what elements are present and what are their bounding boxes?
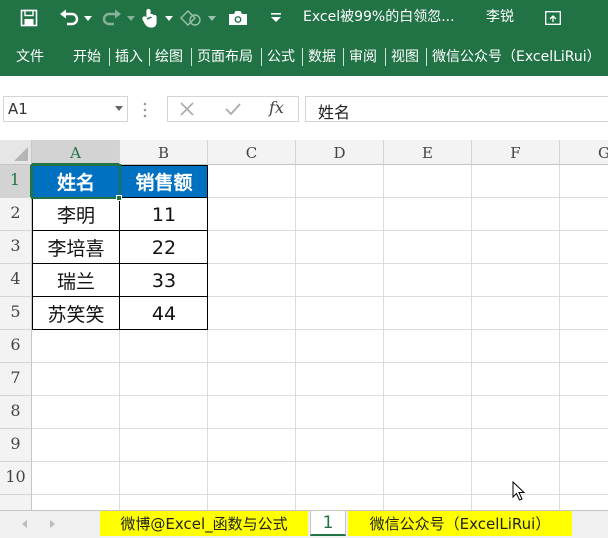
- name-box-value: A1: [8, 100, 28, 118]
- column-header-f[interactable]: F: [472, 140, 560, 165]
- user-name[interactable]: 李锐: [486, 6, 514, 26]
- formula-input[interactable]: 姓名: [305, 96, 608, 122]
- column-header-d[interactable]: D: [296, 140, 384, 165]
- column-header-g[interactable]: G: [560, 140, 608, 165]
- gridline: [295, 165, 296, 510]
- tab-home[interactable]: 开始: [73, 47, 101, 67]
- gridline: [32, 428, 608, 429]
- cell-a5[interactable]: 苏笑笑: [32, 297, 120, 330]
- tab-separator: [109, 48, 110, 66]
- tab-separator: [261, 48, 262, 66]
- row-header-11[interactable]: [0, 495, 32, 510]
- select-all-button[interactable]: [0, 140, 32, 165]
- title-bar: Excel被99%的白领忽... 李锐: [0, 0, 608, 36]
- cell-b5[interactable]: 44: [120, 297, 208, 330]
- shape-icon[interactable]: [176, 0, 206, 36]
- enter-check-icon[interactable]: [225, 102, 241, 120]
- cell-b4[interactable]: 33: [120, 264, 208, 297]
- touch-mode-icon[interactable]: [138, 0, 162, 36]
- tab-draw[interactable]: 绘图: [155, 47, 183, 67]
- row-header-1[interactable]: 1: [0, 165, 32, 198]
- ribbon-display-icon[interactable]: [540, 0, 566, 36]
- column-header-e[interactable]: E: [384, 140, 472, 165]
- redo-icon[interactable]: [97, 0, 127, 36]
- insert-function-icon[interactable]: fx: [269, 98, 284, 117]
- cell-a4[interactable]: 瑞兰: [32, 264, 120, 297]
- tab-page-layout[interactable]: 页面布局: [197, 47, 253, 67]
- sheet-tab-bar: 微博@Excel_函数与公式 1 微信公众号（ExcelLiRui）: [0, 510, 608, 538]
- ribbon-tabs: 文件 开始 插入 绘图 页面布局 公式 数据 审阅 视图 微信公众号（Excel…: [0, 36, 608, 76]
- gridline: [383, 165, 384, 510]
- gridline: [559, 165, 560, 510]
- tab-file[interactable]: 文件: [16, 47, 44, 67]
- save-icon[interactable]: [14, 0, 44, 36]
- row-header-6[interactable]: 6: [0, 330, 32, 363]
- row-header-7[interactable]: 7: [0, 363, 32, 396]
- scroll-tabs-right-icon[interactable]: [50, 520, 55, 528]
- sheet-tab-wechat[interactable]: 微信公众号（ExcelLiRui）: [348, 511, 572, 536]
- formula-bar-grip-icon[interactable]: [143, 102, 147, 122]
- row-header-3[interactable]: 3: [0, 231, 32, 264]
- tab-separator: [426, 48, 427, 66]
- row-header-4[interactable]: 4: [0, 264, 32, 297]
- row-header-8[interactable]: 8: [0, 396, 32, 429]
- name-box[interactable]: A1: [3, 96, 128, 122]
- customize-toolbar-icon[interactable]: [265, 0, 287, 36]
- tab-insert[interactable]: 插入: [115, 47, 143, 67]
- gridline: [32, 461, 608, 462]
- gridline: [471, 165, 472, 510]
- name-box-dropdown-icon[interactable]: [115, 106, 123, 111]
- undo-icon[interactable]: [54, 0, 84, 36]
- cell-a3[interactable]: 李培喜: [32, 231, 120, 264]
- fill-handle[interactable]: [116, 195, 122, 201]
- tab-view[interactable]: 视图: [391, 47, 419, 67]
- touch-dropdown-icon[interactable]: [164, 0, 174, 36]
- tab-separator: [302, 48, 303, 66]
- shape-dropdown-icon[interactable]: [207, 0, 217, 36]
- cell-b2[interactable]: 11: [120, 198, 208, 231]
- scroll-tabs-left-icon[interactable]: [22, 520, 27, 528]
- cell-b3[interactable]: 22: [120, 231, 208, 264]
- tab-review[interactable]: 审阅: [349, 47, 377, 67]
- cancel-icon[interactable]: [180, 102, 194, 120]
- formula-buttons: fx: [167, 96, 299, 122]
- cell-a1[interactable]: 姓名: [32, 165, 120, 198]
- gridline: [32, 362, 608, 363]
- sheet-tab-1[interactable]: 1: [310, 511, 346, 536]
- tab-separator: [149, 48, 150, 66]
- column-header-a[interactable]: A: [32, 140, 120, 165]
- select-all-triangle-icon: [14, 147, 28, 161]
- redo-dropdown-icon[interactable]: [126, 0, 136, 36]
- tab-data[interactable]: 数据: [308, 47, 336, 67]
- worksheet-grid: A B C D E F G 1 2 3 4 5 6 7 8 9 10 姓名 销售…: [0, 140, 608, 510]
- row-header-10[interactable]: 10: [0, 462, 32, 495]
- cell-a2[interactable]: 李明: [32, 198, 120, 231]
- tab-wechat[interactable]: 微信公众号（ExcelLiRui）: [432, 47, 601, 67]
- sheet-tab-weibo[interactable]: 微博@Excel_函数与公式: [100, 511, 308, 536]
- formula-input-value: 姓名: [318, 103, 351, 122]
- mouse-pointer-icon: [512, 480, 526, 505]
- tab-separator: [343, 48, 344, 66]
- document-title: Excel被99%的白领忽...: [303, 9, 455, 25]
- tab-separator: [385, 48, 386, 66]
- camera-icon[interactable]: [224, 0, 252, 36]
- undo-dropdown-icon[interactable]: [83, 0, 93, 36]
- tab-separator: [191, 48, 192, 66]
- column-header-b[interactable]: B: [120, 140, 208, 165]
- gridline: [32, 395, 608, 396]
- row-header-9[interactable]: 9: [0, 429, 32, 462]
- row-header-5[interactable]: 5: [0, 297, 32, 330]
- column-header-c[interactable]: C: [208, 140, 296, 165]
- cell-b1[interactable]: 销售额: [120, 165, 208, 198]
- row-header-2[interactable]: 2: [0, 198, 32, 231]
- tab-formulas[interactable]: 公式: [267, 47, 295, 67]
- formula-bar-area: A1 fx 姓名: [0, 76, 608, 140]
